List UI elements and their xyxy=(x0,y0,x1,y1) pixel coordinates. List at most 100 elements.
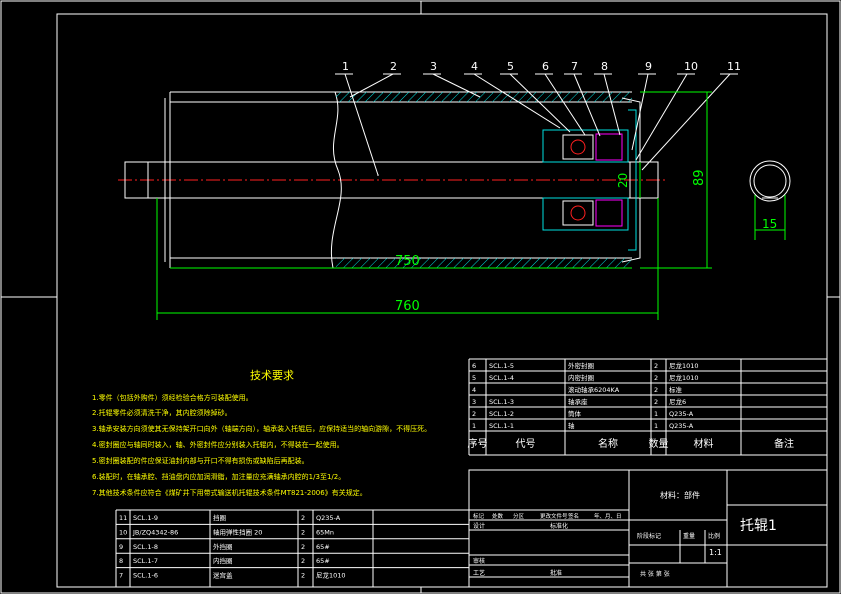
ball-bottom xyxy=(570,205,586,221)
sheets-label: 共 张 第 张 xyxy=(640,570,670,578)
review-label: 审核 xyxy=(473,557,485,565)
bom-cell: 内挡圈 xyxy=(213,556,233,565)
tech-item: 5.密封圈装配的件应保证油封内部与开口不得有损伤或缺陷后再配装。 xyxy=(92,456,309,465)
dim-15: 15 xyxy=(762,217,777,231)
bom-cell: 1 xyxy=(654,422,658,430)
craft-label: 工艺 xyxy=(473,569,485,577)
part-number-label: 4 xyxy=(471,60,478,73)
revision-header: 签名 xyxy=(568,512,579,520)
bom-cell: 2 xyxy=(654,362,658,370)
bom-cell: 尼龙6 xyxy=(669,397,686,406)
scale-value: 1:1 xyxy=(709,548,722,557)
material-label: 材料：部件 xyxy=(660,490,700,500)
retaining-ring xyxy=(749,160,791,202)
dim-20: 20 xyxy=(616,173,630,188)
part-number-label: 3 xyxy=(430,60,437,73)
bom-cell: SCL.1-9 xyxy=(133,514,158,522)
tech-item: 7.其他技术条件应符合《煤矿井下用带式输送机托辊技术条件MT821-2006》有… xyxy=(92,488,367,497)
bom-cell: 2 xyxy=(472,410,476,418)
bom-header: 数量 xyxy=(649,437,669,450)
bom-cell: 9 xyxy=(119,543,123,551)
tube-hatch-top xyxy=(336,92,632,102)
bom-cell: 1 xyxy=(472,422,476,430)
leader-line xyxy=(509,73,571,133)
dimensions: 750 760 89 20 xyxy=(156,91,712,320)
bom-cell: 迷宫盖 xyxy=(213,571,233,580)
bom-cell: SCL.1-4 xyxy=(489,374,514,382)
bom-cell: 2 xyxy=(654,398,658,406)
revision-header: 年、月、日 xyxy=(594,512,622,520)
dim-760: 760 xyxy=(395,299,420,314)
bom-header: 名称 xyxy=(598,437,618,450)
bom-cell: 7 xyxy=(119,572,123,580)
tech-requirements: 技术要求 1.零件（包括外购件）须经检验合格方可装配使用。 2.托辊零件必须清洗… xyxy=(92,369,431,497)
part-number-label: 2 xyxy=(390,60,397,73)
bom-cell: 标准 xyxy=(669,385,683,394)
bom-lower-table: 11 SCL.1-9 挡圈 2 Q235-A 10 JB/ZQ4342-86 轴用弹性挡圈 2… xyxy=(115,509,470,587)
part-number-label: 1 xyxy=(342,60,349,73)
bom-cell: SCL.1-7 xyxy=(133,557,158,565)
weight-label: 重量 xyxy=(683,532,695,540)
bom-cell: 轴承座 xyxy=(568,397,588,406)
leader-line xyxy=(344,73,379,176)
bom-cell: SCL.1-1 xyxy=(489,422,514,430)
tech-item: 4.密封圈应与轴同时装入，轴、外密封件应分别装入托辊内，不得装在一起使用。 xyxy=(92,440,344,449)
bom-cell: 11 xyxy=(119,514,127,522)
standard-label: 标准化 xyxy=(550,522,568,530)
tech-item: 3.轴承安装方向须使其无保持架开口向外（轴端方向），轴承装入托辊后，应保持适当的… xyxy=(92,424,431,433)
tube-hatch-bottom xyxy=(336,258,632,268)
bearing-top xyxy=(562,134,594,160)
part-number-label: 9 xyxy=(645,60,652,73)
bom-header: 材料 xyxy=(694,437,714,450)
drawing-canvas: 1 2 3 4 5 6 7 8 9 10 11 750 760 89 20 15 技术要求 1.零件… xyxy=(0,0,841,594)
stage-label: 阶段标记 xyxy=(637,532,661,540)
bom-cell: 8 xyxy=(119,557,123,565)
bom-cell: 轴 xyxy=(568,421,575,430)
tech-title: 技术要求 xyxy=(250,369,294,382)
bom-cell: 挡圈 xyxy=(213,513,226,522)
bom-cell: SCL.1-8 xyxy=(133,543,158,551)
part-number-label: 6 xyxy=(542,60,549,73)
bom-upper-table: 6 SCL.1-5 外密封圈 2 尼龙1010 5 SCL.1-4 内密封圈 2 尼龙1010 4 滚… xyxy=(468,358,828,456)
bom-cell: SCL.1-3 xyxy=(489,398,514,406)
retaining-ring-inner xyxy=(753,164,787,198)
bom-cell: 尼龙1010 xyxy=(316,571,346,580)
bom-cell: 6 xyxy=(472,362,476,370)
part-number-label: 11 xyxy=(727,60,741,73)
bom-cell: 10 xyxy=(119,528,127,536)
revision-header: 更改文件号 xyxy=(540,512,568,520)
outer-frame xyxy=(0,0,841,594)
bom-cell: Q235-A xyxy=(669,422,694,430)
part-number-label: 5 xyxy=(507,60,514,73)
bom-cell: 外密封圈 xyxy=(568,361,594,370)
bom-header: 代号 xyxy=(516,438,536,450)
bom-cell: JB/ZQ4342-86 xyxy=(132,528,178,536)
bom-cell: 65# xyxy=(316,557,330,565)
leader-line xyxy=(635,73,688,161)
bom-cell: 2 xyxy=(301,543,305,551)
part-number-label: 7 xyxy=(571,60,578,73)
bearing-bottom xyxy=(562,200,594,226)
revision-header: 处数 xyxy=(492,512,504,520)
bom-cell: 65# xyxy=(316,543,330,551)
design-label: 设计 xyxy=(473,522,485,530)
bom-cell: 轴用弹性挡圈 20 xyxy=(213,527,262,536)
bom-cell: 尼龙1010 xyxy=(669,361,699,370)
ball-top xyxy=(570,139,586,155)
bom-cell: 2 xyxy=(301,514,305,522)
bom-cell: 2 xyxy=(654,374,658,382)
bom-cell: 尼龙1010 xyxy=(669,373,699,382)
revision-header: 分区 xyxy=(513,512,525,520)
bom-cell: 2 xyxy=(301,572,305,580)
bom-cell: 筒体 xyxy=(568,409,582,418)
bom-cell: 滚动轴承6204KA xyxy=(568,385,620,394)
bom-cell: 2 xyxy=(654,386,658,394)
tech-item: 1.零件（包括外购件）须经检验合格方可装配使用。 xyxy=(92,393,253,402)
leader-line xyxy=(544,73,586,136)
seal-top xyxy=(595,133,623,161)
bom-cell: 内密封圈 xyxy=(568,373,594,382)
leader-line xyxy=(641,73,731,171)
bom-cell: 外挡圈 xyxy=(213,542,233,551)
bom-cell: 5 xyxy=(472,374,476,382)
roller-drawing: 1 2 3 4 5 6 7 8 9 10 11 750 760 89 20 15 技术要求 1.零件… xyxy=(0,0,841,594)
